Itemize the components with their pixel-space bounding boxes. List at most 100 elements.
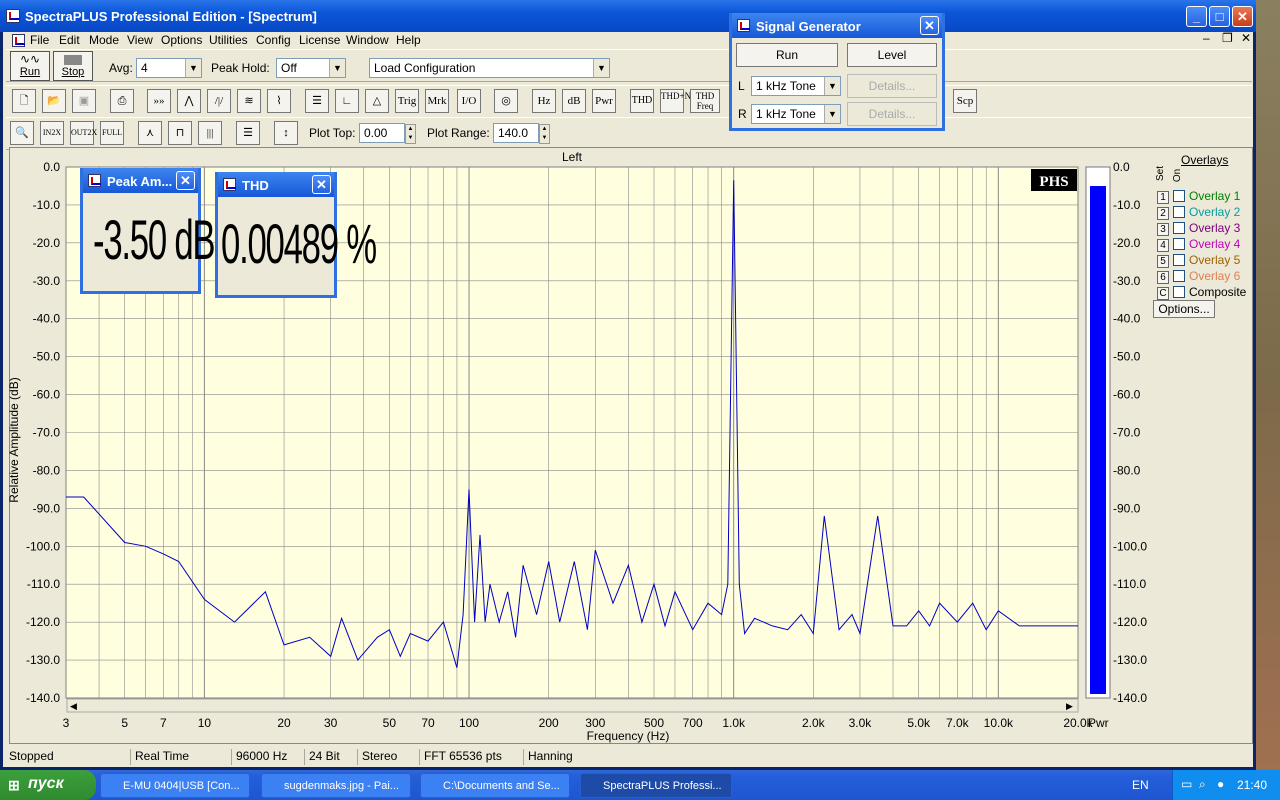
overlay-label: Overlay 6 (1189, 269, 1241, 283)
overlay-checkbox[interactable] (1173, 254, 1185, 266)
set-label: Set (1155, 165, 1167, 182)
y-tick-label: -130.0 (26, 653, 60, 667)
overlay-set-button[interactable]: 3 (1157, 223, 1169, 236)
task-label: SpectraPLUS Professi... (603, 780, 722, 792)
x-tick-label: 500 (644, 716, 664, 730)
status-bar: Stopped Real Time 96000 Hz 24 Bit Stereo… (3, 745, 1250, 767)
status-fft-size: FFT 65536 pts (419, 749, 502, 765)
overlay-row-5[interactable]: 5 Overlay 5 (1157, 253, 1240, 268)
task-paint[interactable]: sugdenmaks.jpg - Pai... (261, 773, 411, 798)
overlay-set-button[interactable]: 2 (1157, 207, 1169, 220)
start-button[interactable]: ⊞ пуск (0, 770, 96, 800)
y-tick-label: -100.0 (26, 539, 60, 553)
task-emu[interactable]: E-MU 0404|USB [Con... (100, 773, 250, 798)
left-signal-select[interactable]: 1 kHz Tone ▼ (751, 76, 841, 96)
meter-tick-label: -50.0 (1113, 350, 1141, 364)
overlay-row-6[interactable]: 6 Overlay 6 (1157, 269, 1240, 284)
window-icon (223, 178, 236, 191)
search-icon[interactable]: ⌕ (1199, 777, 1206, 792)
left-details-button[interactable]: Details... (847, 74, 937, 98)
window-icon (88, 174, 101, 187)
overlay-label: Overlay 1 (1189, 189, 1241, 203)
horizontal-scrollbar[interactable] (66, 698, 1079, 713)
scroll-left-icon[interactable]: ◀ (70, 701, 77, 711)
thd-window-title: THD (242, 178, 269, 193)
chevron-down-icon[interactable]: ▼ (824, 105, 840, 123)
meter-tick-label: -10.0 (1113, 198, 1141, 212)
overlay-set-button[interactable]: 1 (1157, 191, 1169, 204)
status-mode: Real Time (130, 749, 189, 765)
task-explorer[interactable]: C:\Documents and Se... (420, 773, 570, 798)
y-tick-label: -90.0 (33, 501, 61, 515)
siggen-titlebar[interactable]: Signal Generator ✕ (732, 13, 942, 38)
language-indicator[interactable]: EN (1132, 778, 1149, 792)
peak-value: -3.50 dB (93, 208, 216, 271)
meter-tick-label: -70.0 (1113, 426, 1141, 440)
x-tick-label: 7.0k (946, 716, 970, 730)
siggen-level-button[interactable]: Level (847, 43, 937, 67)
task-label: E-MU 0404|USB [Con... (123, 780, 240, 792)
x-tick-label: 3 (63, 716, 70, 730)
status-bit-depth: 24 Bit (304, 749, 340, 765)
thd-value: 0.00489 % (221, 212, 377, 275)
peak-amplitude-window[interactable]: Peak Am... ✕ -3.50 dB (80, 168, 216, 294)
overlay-label: Overlay 4 (1189, 237, 1241, 251)
phs-logo: PHS (1039, 174, 1068, 190)
meter-tick-label: -90.0 (1113, 501, 1141, 515)
overlay-options-button[interactable]: Options... (1153, 300, 1215, 318)
overlay-checkbox[interactable] (1173, 190, 1185, 202)
chevron-down-icon[interactable]: ▼ (824, 77, 840, 95)
x-tick-label: 3.0k (849, 716, 873, 730)
meter-tick-label: -120.0 (1113, 615, 1147, 629)
task-spectraplus[interactable]: SpectraPLUS Professi... (580, 773, 732, 798)
overlay-label: Overlay 3 (1189, 221, 1241, 235)
overlay-row-2[interactable]: 2 Overlay 2 (1157, 205, 1240, 220)
overlay-set-button[interactable]: 5 (1157, 255, 1169, 268)
overlay-set-button[interactable]: 6 (1157, 271, 1169, 284)
overlay-set-button[interactable]: 4 (1157, 239, 1169, 252)
peak-window-titlebar[interactable]: Peak Am... ✕ (83, 168, 198, 193)
meter-tick-label: -30.0 (1113, 274, 1141, 288)
overlay-checkbox[interactable] (1173, 238, 1185, 250)
overlay-row-1[interactable]: 1 Overlay 1 (1157, 189, 1240, 204)
overlay-row-4[interactable]: 4 Overlay 4 (1157, 237, 1240, 252)
y-tick-label: -140.0 (26, 691, 60, 705)
right-details-button[interactable]: Details... (847, 102, 937, 126)
close-icon[interactable]: ✕ (312, 175, 331, 194)
close-icon[interactable]: ✕ (920, 16, 939, 35)
overlay-row-composite[interactable]: C Composite (1157, 285, 1246, 300)
x-tick-label: 50 (383, 716, 397, 730)
close-icon[interactable]: ✕ (176, 171, 195, 190)
meter-tick-label: -140.0 (1113, 691, 1147, 705)
signal-generator-window[interactable]: Signal Generator ✕ Run Level L 1 kHz Ton… (729, 13, 945, 131)
x-tick-label: 100 (459, 716, 479, 730)
overlay-checkbox[interactable] (1173, 206, 1185, 218)
meter-tick-label: 0.0 (1113, 160, 1130, 174)
thd-window[interactable]: THD ✕ 0.00489 % (215, 172, 377, 298)
overlay-checkbox[interactable] (1173, 286, 1185, 298)
overlay-row-3[interactable]: 3 Overlay 3 (1157, 221, 1240, 236)
overlay-label: Overlay 5 (1189, 253, 1241, 267)
right-signal-select[interactable]: 1 kHz Tone ▼ (751, 104, 841, 124)
y-tick-label: -40.0 (33, 312, 61, 326)
overlay-checkbox[interactable] (1173, 222, 1185, 234)
y-tick-label: 0.0 (43, 160, 60, 174)
siggen-run-button[interactable]: Run (736, 43, 838, 67)
task-label: sugdenmaks.jpg - Pai... (284, 780, 399, 792)
y-tick-label: -20.0 (33, 236, 61, 250)
peak-window-title: Peak Am... (107, 174, 173, 189)
meter-tick-label: -110.0 (1113, 577, 1146, 591)
left-signal-value: 1 kHz Tone (756, 79, 816, 93)
thd-window-titlebar[interactable]: THD ✕ (218, 172, 334, 197)
spectrum-chart[interactable]: Left 3 5 7 10 20 30 50 70 100 200 300 500 700 1.0k 2.0… (0, 0, 1256, 770)
scroll-right-icon[interactable]: ▶ (1066, 701, 1073, 711)
meter-tick-label: -130.0 (1113, 653, 1147, 667)
network-icon[interactable]: ▭ (1181, 777, 1192, 791)
x-tick-label: 30 (324, 716, 338, 730)
overlay-set-button[interactable]: C (1157, 287, 1169, 300)
tray-status-icon[interactable]: ● (1217, 777, 1224, 791)
y-axis-label: Relative Amplitude (dB) (7, 377, 21, 502)
overlay-checkbox[interactable] (1173, 270, 1185, 282)
desktop-background (1255, 0, 1280, 770)
status-channels: Stereo (357, 749, 397, 765)
